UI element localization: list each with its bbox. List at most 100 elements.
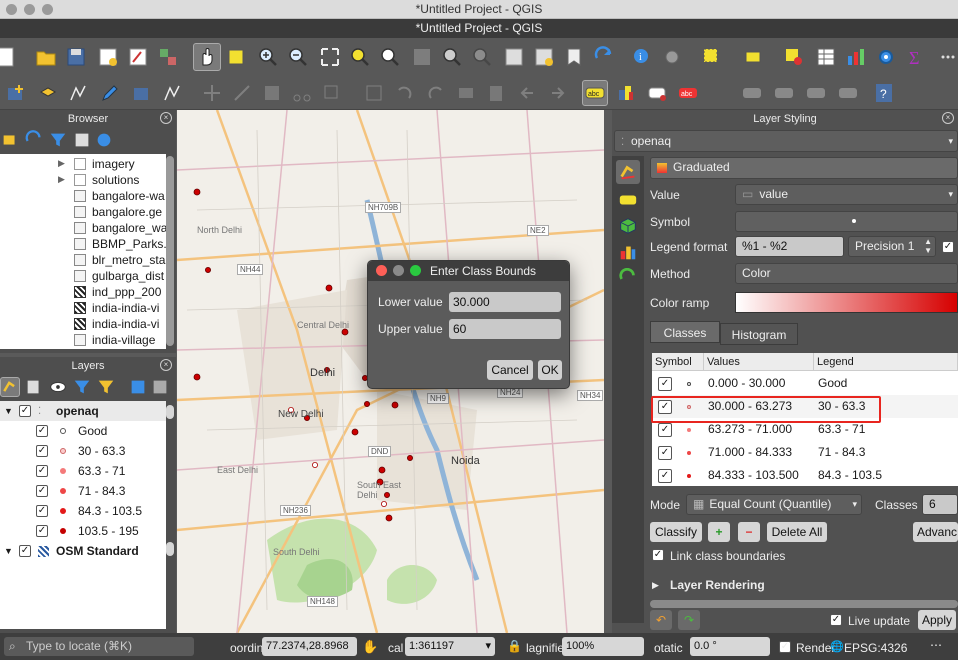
zoom-out-icon[interactable] <box>286 45 310 69</box>
actions-icon[interactable] <box>660 45 684 69</box>
clipboard-icon[interactable] <box>484 81 508 105</box>
color-ramp-button[interactable] <box>735 292 958 313</box>
panel-scrollbar[interactable] <box>650 600 958 608</box>
save-project-icon[interactable] <box>64 45 88 69</box>
browser-item[interactable]: solutions <box>74 172 139 188</box>
layer-rendering-section[interactable]: Layer Rendering <box>670 578 765 592</box>
class-row[interactable]: ✓ 84.333 - 103.500 84.3 - 103.5 <box>652 464 958 486</box>
add-class-icon[interactable]: + <box>708 522 730 542</box>
delete-selected-icon[interactable] <box>260 81 284 105</box>
close-browser-icon[interactable]: × <box>160 112 172 124</box>
expand-arrow-icon[interactable]: ▶ <box>652 580 659 591</box>
renderer-select[interactable]: Graduated <box>650 157 958 179</box>
col-legend-header[interactable]: Legend <box>814 353 958 371</box>
class-checkbox[interactable]: ✓ <box>36 445 48 457</box>
class-checkbox[interactable]: ✓ <box>658 446 672 460</box>
legend-format-input[interactable]: %1 - %2 <box>735 236 844 257</box>
crs-globe-icon[interactable]: 🌐 <box>830 640 844 653</box>
legend-class-row[interactable]: ✓ 63.3 - 71 <box>0 461 166 481</box>
vertex-tool-icon[interactable] <box>230 81 254 105</box>
layer-visibility-checkbox[interactable]: ✓ <box>19 545 31 557</box>
undo-icon[interactable] <box>392 81 416 105</box>
symbol-button[interactable] <box>735 211 958 232</box>
show-hide-labels-icon[interactable] <box>740 81 764 105</box>
deselect-icon[interactable] <box>782 45 806 69</box>
undo-style-icon[interactable]: ↶ <box>650 610 672 630</box>
class-legend[interactable]: 63.3 - 71 <box>818 422 865 436</box>
class-checkbox[interactable]: ✓ <box>36 525 48 537</box>
digitize-icon[interactable] <box>66 81 90 105</box>
class-values[interactable]: 0.000 - 30.000 <box>708 376 785 390</box>
class-row[interactable]: ✓ 71.000 - 84.333 71 - 84.3 <box>652 441 958 464</box>
messages-icon[interactable]: ⋯ <box>930 638 942 652</box>
browser-item[interactable]: india-india-vi <box>74 316 159 332</box>
copy-features-icon[interactable] <box>320 81 344 105</box>
move-feature-icon[interactable] <box>200 81 224 105</box>
attribute-table-icon[interactable] <box>814 45 838 69</box>
label-toolbar-icon[interactable]: abc <box>582 80 608 106</box>
rotation-spinbox[interactable]: 0.0 ° <box>690 637 770 656</box>
layer-select[interactable]: ⁚ openaq ▾ <box>614 130 958 152</box>
statistics-icon[interactable] <box>844 45 868 69</box>
cancel-button[interactable]: Cancel <box>487 360 533 380</box>
advanced-button[interactable]: Advanc <box>913 522 958 542</box>
legend-class-row[interactable]: ✓ Good <box>0 421 166 441</box>
open-project-icon[interactable] <box>34 45 58 69</box>
method-select[interactable]: Color <box>735 263 958 284</box>
3d-view-tab-icon[interactable] <box>616 214 640 238</box>
change-label-icon[interactable] <box>836 81 860 105</box>
legend-class-row[interactable]: ✓ 30 - 63.3 <box>0 441 166 461</box>
select-features-icon[interactable] <box>700 45 724 69</box>
layers-tree[interactable]: ▼ ✓ ⁚ openaq ✓ Good ✓ 30 - 63.3 ✓ 63.3 -… <box>0 401 166 629</box>
extents-toggle-icon[interactable]: ✋ <box>362 639 378 655</box>
locator-input[interactable]: Type to locate (⌘K) <box>4 637 194 656</box>
redo-icon[interactable] <box>424 81 448 105</box>
labels-tab-icon[interactable] <box>616 188 640 212</box>
class-checkbox[interactable]: ✓ <box>36 465 48 477</box>
lock-scale-icon[interactable]: 🔒 <box>507 639 522 653</box>
remove-class-icon[interactable]: − <box>738 522 760 542</box>
layer-row-openaq[interactable]: ▼ ✓ ⁚ openaq <box>0 401 166 421</box>
browser-item[interactable]: bangalore.ge <box>74 204 162 220</box>
filter-legend-icon[interactable] <box>72 377 92 397</box>
browser-item[interactable]: bangalore_wa <box>74 220 166 236</box>
edit-pencil-icon[interactable] <box>98 81 122 105</box>
close-layer-styling-icon[interactable]: × <box>942 112 954 124</box>
legend-class-row[interactable]: ✓ 71 - 84.3 <box>0 481 166 501</box>
history-tab-icon[interactable] <box>616 266 640 290</box>
data-source-manager-icon[interactable] <box>4 81 28 105</box>
symbology-tab-icon[interactable] <box>616 160 640 184</box>
dialog-zoom-icon[interactable] <box>410 265 421 276</box>
pin-labels-icon[interactable] <box>646 81 670 105</box>
layers-scrollbar-bottom[interactable] <box>166 542 174 556</box>
redo-style-icon[interactable]: ↷ <box>678 610 700 630</box>
settings-gear-icon[interactable] <box>874 45 898 69</box>
layers-scrollbar-top[interactable] <box>166 405 174 419</box>
identify-features-icon[interactable]: i <box>630 45 654 69</box>
zoom-layer-icon[interactable] <box>378 45 402 69</box>
zoom-next-icon[interactable] <box>470 45 494 69</box>
class-checkbox[interactable]: ✓ <box>36 485 48 497</box>
scale-select[interactable]: 1:361197 ▾ <box>405 637 495 656</box>
rotate-label-icon[interactable] <box>804 81 828 105</box>
legend-class-row[interactable]: ✓ 84.3 - 103.5 <box>0 501 166 521</box>
split-icon[interactable] <box>454 81 478 105</box>
collapse-all-icon[interactable] <box>72 130 92 150</box>
browser-item[interactable]: india-india-vi <box>74 300 159 316</box>
apply-button[interactable]: Apply <box>918 610 956 630</box>
spin-arrows-icon[interactable]: ▲ ▼ <box>924 237 932 255</box>
help-icon[interactable]: ? <box>872 81 896 105</box>
mode-select[interactable]: ▦ Equal Count (Quantile) ▾ <box>686 494 862 515</box>
style-manager-icon[interactable] <box>156 45 180 69</box>
expand-arrow-icon[interactable]: ▶ <box>58 158 65 169</box>
class-values[interactable]: 71.000 - 84.333 <box>708 445 792 459</box>
trim-checkbox[interactable]: ✓ <box>942 241 954 253</box>
label-style-icon[interactable] <box>614 81 638 105</box>
class-legend[interactable]: 71 - 84.3 <box>818 445 865 459</box>
dialog-close-icon[interactable] <box>376 265 387 276</box>
link-boundaries-checkbox[interactable]: ✓ <box>652 549 664 561</box>
pan-map-icon[interactable] <box>193 43 221 71</box>
delete-all-button[interactable]: Delete All <box>767 522 827 542</box>
browser-item[interactable]: imagery <box>74 156 135 172</box>
layer-visibility-checkbox[interactable]: ✓ <box>19 405 31 417</box>
